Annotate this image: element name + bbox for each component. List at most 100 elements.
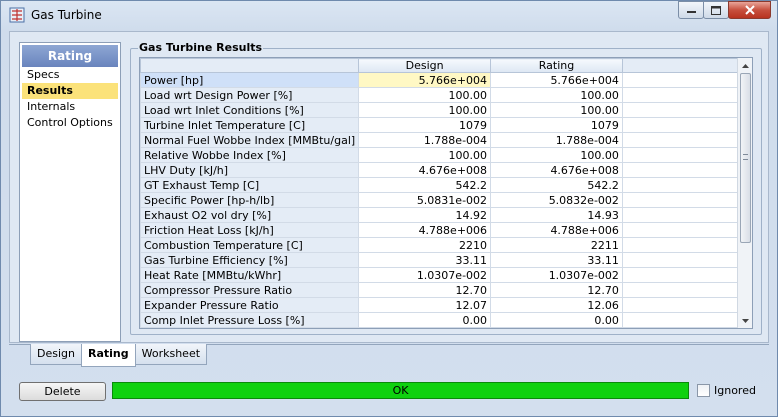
table-row: Exhaust O2 vol dry [%] 14.92 14.93 (140, 207, 752, 223)
close-icon (744, 5, 755, 15)
empty-cell (621, 132, 752, 148)
vertical-scrollbar[interactable] (737, 58, 752, 328)
empty-cell (621, 147, 752, 163)
rating-value-cell[interactable]: 14.93 (490, 207, 623, 223)
results-grid: Design Rating Power [hp] 5.766e+004 5.766e… (139, 57, 753, 329)
row-label: Heat Rate [MMBtu/kWhr] (140, 267, 360, 283)
nav-item-results[interactable]: Results (22, 83, 118, 99)
gas-turbine-app-icon (9, 7, 25, 23)
ignored-label: Ignored (714, 384, 756, 397)
results-table: Design Rating Power [hp] 5.766e+004 5.766e… (140, 58, 752, 328)
table-row: Normal Fuel Wobbe Index [MMBtu/gal] 1.788… (140, 132, 752, 148)
design-value-cell[interactable]: 12.70 (358, 282, 492, 298)
design-value-cell[interactable]: 5.0831e-002 (358, 192, 492, 208)
rating-value-cell[interactable]: 12.06 (490, 297, 623, 313)
minimize-icon (686, 11, 696, 13)
nav-item-internals[interactable]: Internals (22, 99, 118, 115)
empty-cell (621, 162, 752, 178)
table-row: Expander Pressure Ratio 12.07 12.06 (140, 297, 752, 313)
empty-cell (621, 102, 752, 118)
rating-value-cell[interactable]: 5.0832e-002 (490, 192, 623, 208)
rating-value-cell[interactable]: 100.00 (490, 102, 623, 118)
row-label: Relative Wobbe Index [%] (140, 147, 360, 163)
empty-cell (621, 177, 752, 193)
maximize-button[interactable] (703, 1, 729, 19)
rating-value-cell[interactable]: 5.766e+004 (490, 72, 623, 88)
blank-header (621, 58, 752, 73)
rating-value-cell[interactable]: 542.2 (490, 177, 623, 193)
design-value-cell[interactable]: 33.11 (358, 252, 492, 268)
table-row: Friction Heat Loss [kJ/h] 4.788e+006 4.788… (140, 222, 752, 238)
design-value-cell[interactable]: 0.00 (358, 312, 492, 328)
design-value-cell[interactable]: 4.676e+008 (358, 162, 492, 178)
minimize-button[interactable] (678, 1, 704, 19)
rating-value-cell[interactable]: 1.0307e-002 (490, 267, 623, 283)
table-row: LHV Duty [kJ/h] 4.676e+008 4.676e+008 (140, 162, 752, 178)
column-header-design: Design (358, 58, 492, 73)
empty-cell (621, 222, 752, 238)
tab-worksheet[interactable]: Worksheet (134, 344, 208, 365)
tab-design[interactable]: Design (30, 344, 82, 365)
rating-value-cell[interactable]: 33.11 (490, 252, 623, 268)
row-label: Gas Turbine Efficiency [%] (140, 252, 360, 268)
table-row: Load wrt Inlet Conditions [%] 100.00 100.0… (140, 102, 752, 118)
scroll-down-button[interactable] (738, 313, 752, 328)
window-title: Gas Turbine (31, 8, 102, 22)
empty-cell (621, 87, 752, 103)
rating-value-cell[interactable]: 4.676e+008 (490, 162, 623, 178)
rating-value-cell[interactable]: 2211 (490, 237, 623, 253)
rating-value-cell[interactable]: 100.00 (490, 87, 623, 103)
design-value-cell[interactable]: 100.00 (358, 87, 492, 103)
row-label: Exhaust O2 vol dry [%] (140, 207, 360, 223)
row-label: Expander Pressure Ratio (140, 297, 360, 313)
status-bar: OK (112, 382, 689, 399)
table-row: Gas Turbine Efficiency [%] 33.11 33.11 (140, 252, 752, 268)
rating-value-cell[interactable]: 4.788e+006 (490, 222, 623, 238)
nav-item-specs[interactable]: Specs (22, 67, 118, 83)
title-bar: Gas Turbine (1, 1, 777, 29)
design-value-cell[interactable]: 1079 (358, 117, 492, 133)
rating-value-cell[interactable]: 1.788e-004 (490, 132, 623, 148)
design-value-cell[interactable]: 100.00 (358, 102, 492, 118)
tab-rating[interactable]: Rating (80, 344, 136, 367)
empty-cell (621, 297, 752, 313)
design-value-cell[interactable]: 1.0307e-002 (358, 267, 492, 283)
design-value-cell[interactable]: 4.788e+006 (358, 222, 492, 238)
rating-value-cell[interactable]: 100.00 (490, 147, 623, 163)
rating-value-cell[interactable]: 1079 (490, 117, 623, 133)
results-group-title: Gas Turbine Results (138, 41, 264, 54)
empty-cell (621, 207, 752, 223)
design-value-cell[interactable]: 12.07 (358, 297, 492, 313)
row-label: Compressor Pressure Ratio (140, 282, 360, 298)
design-value-cell[interactable]: 14.92 (358, 207, 492, 223)
design-value-cell[interactable]: 2210 (358, 237, 492, 253)
design-value-cell[interactable]: 5.766e+004 (358, 72, 492, 88)
table-row: Relative Wobbe Index [%] 100.00 100.00 (140, 147, 752, 163)
rating-value-cell[interactable]: 0.00 (490, 312, 623, 328)
close-button[interactable] (728, 1, 771, 19)
design-value-cell[interactable]: 1.788e-004 (358, 132, 492, 148)
ignored-checkbox[interactable] (697, 384, 710, 397)
nav-header: Rating (22, 45, 118, 67)
row-label: Normal Fuel Wobbe Index [MMBtu/gal] (140, 132, 360, 148)
nav-item-control-options[interactable]: Control Options (22, 115, 118, 131)
delete-button[interactable]: Delete (19, 382, 106, 401)
page-nav: Rating Specs Results Internals Control O… (19, 42, 121, 342)
column-header-rating: Rating (490, 58, 623, 73)
row-label: Power [hp] (140, 72, 360, 88)
empty-cell (621, 282, 752, 298)
scroll-thumb[interactable] (740, 73, 751, 243)
row-label: Specific Power [hp-h/lb] (140, 192, 360, 208)
rating-value-cell[interactable]: 12.70 (490, 282, 623, 298)
table-row: Power [hp] 5.766e+004 5.766e+004 (140, 72, 752, 88)
design-value-cell[interactable]: 100.00 (358, 147, 492, 163)
ignored-checkbox-group[interactable]: Ignored (697, 384, 756, 397)
empty-cell (621, 192, 752, 208)
row-label: Load wrt Inlet Conditions [%] (140, 102, 360, 118)
design-value-cell[interactable]: 542.2 (358, 177, 492, 193)
scroll-up-button[interactable] (738, 58, 752, 73)
client-area: Rating Specs Results Internals Control O… (9, 31, 769, 343)
table-row: Compressor Pressure Ratio 12.70 12.70 (140, 282, 752, 298)
empty-cell (621, 237, 752, 253)
empty-cell (621, 117, 752, 133)
